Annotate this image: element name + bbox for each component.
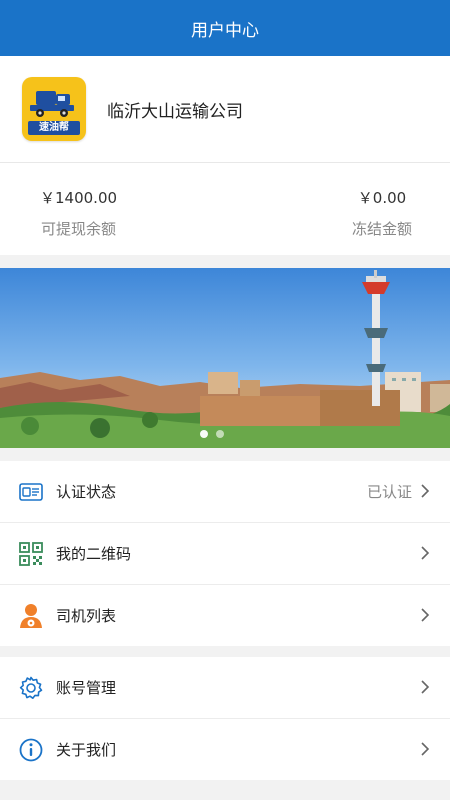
chevron-right-icon: [421, 742, 430, 756]
menu-group-primary: 认证状态 已认证 我的二维码 司机列表: [0, 461, 450, 646]
certification-status: 已认证: [366, 483, 412, 501]
menu-group-secondary: 账号管理 关于我们: [0, 657, 450, 780]
balance-panel: ￥1400.00 可提现余额 ￥0.00 冻结金额: [0, 163, 450, 255]
logo-text: 速油帮: [28, 121, 80, 135]
frozen-balance[interactable]: ￥0.00 冻结金额: [352, 187, 412, 239]
menu-label-drivers: 司机列表: [56, 607, 117, 625]
menu-label-about: 关于我们: [56, 741, 117, 759]
menu-item-qrcode[interactable]: 我的二维码: [0, 523, 450, 585]
menu-label-qrcode: 我的二维码: [56, 545, 132, 563]
banner-carousel[interactable]: [0, 268, 450, 448]
chevron-right-icon: [421, 680, 430, 694]
info-icon: [18, 737, 44, 763]
menu-label-account: 账号管理: [56, 679, 117, 697]
carousel-dot-2[interactable]: [216, 430, 224, 438]
withdrawable-balance[interactable]: ￥1400.00 可提现余额: [40, 187, 117, 239]
id-card-icon: [18, 479, 44, 505]
chevron-right-icon: [421, 484, 430, 498]
profile-card[interactable]: 速油帮 临沂大山运输公司: [0, 56, 450, 163]
frozen-amount: ￥0.00: [357, 189, 407, 207]
header-bar: 用户中心: [0, 0, 450, 56]
menu-item-certification[interactable]: 认证状态 已认证: [0, 461, 450, 523]
menu-label-certification: 认证状态: [56, 483, 117, 501]
company-name: 临沂大山运输公司: [107, 101, 243, 122]
frozen-label: 冻结金额: [351, 220, 412, 238]
withdrawable-amount: ￥1400.00: [40, 189, 118, 207]
carousel-indicators: [200, 430, 224, 438]
company-logo: 速油帮: [22, 77, 86, 141]
qr-code-icon: [18, 541, 44, 567]
carousel-dot-1[interactable]: [200, 430, 208, 438]
gear-icon: [18, 675, 44, 701]
driver-icon: [18, 603, 44, 629]
chevron-right-icon: [421, 546, 430, 560]
chevron-right-icon: [421, 608, 430, 622]
page-title: 用户中心: [191, 20, 259, 41]
menu-item-account[interactable]: 账号管理: [0, 657, 450, 719]
banner-image: [0, 268, 450, 448]
menu-item-about[interactable]: 关于我们: [0, 719, 450, 780]
menu-item-drivers[interactable]: 司机列表: [0, 585, 450, 646]
withdrawable-label: 可提现余额: [41, 220, 117, 238]
